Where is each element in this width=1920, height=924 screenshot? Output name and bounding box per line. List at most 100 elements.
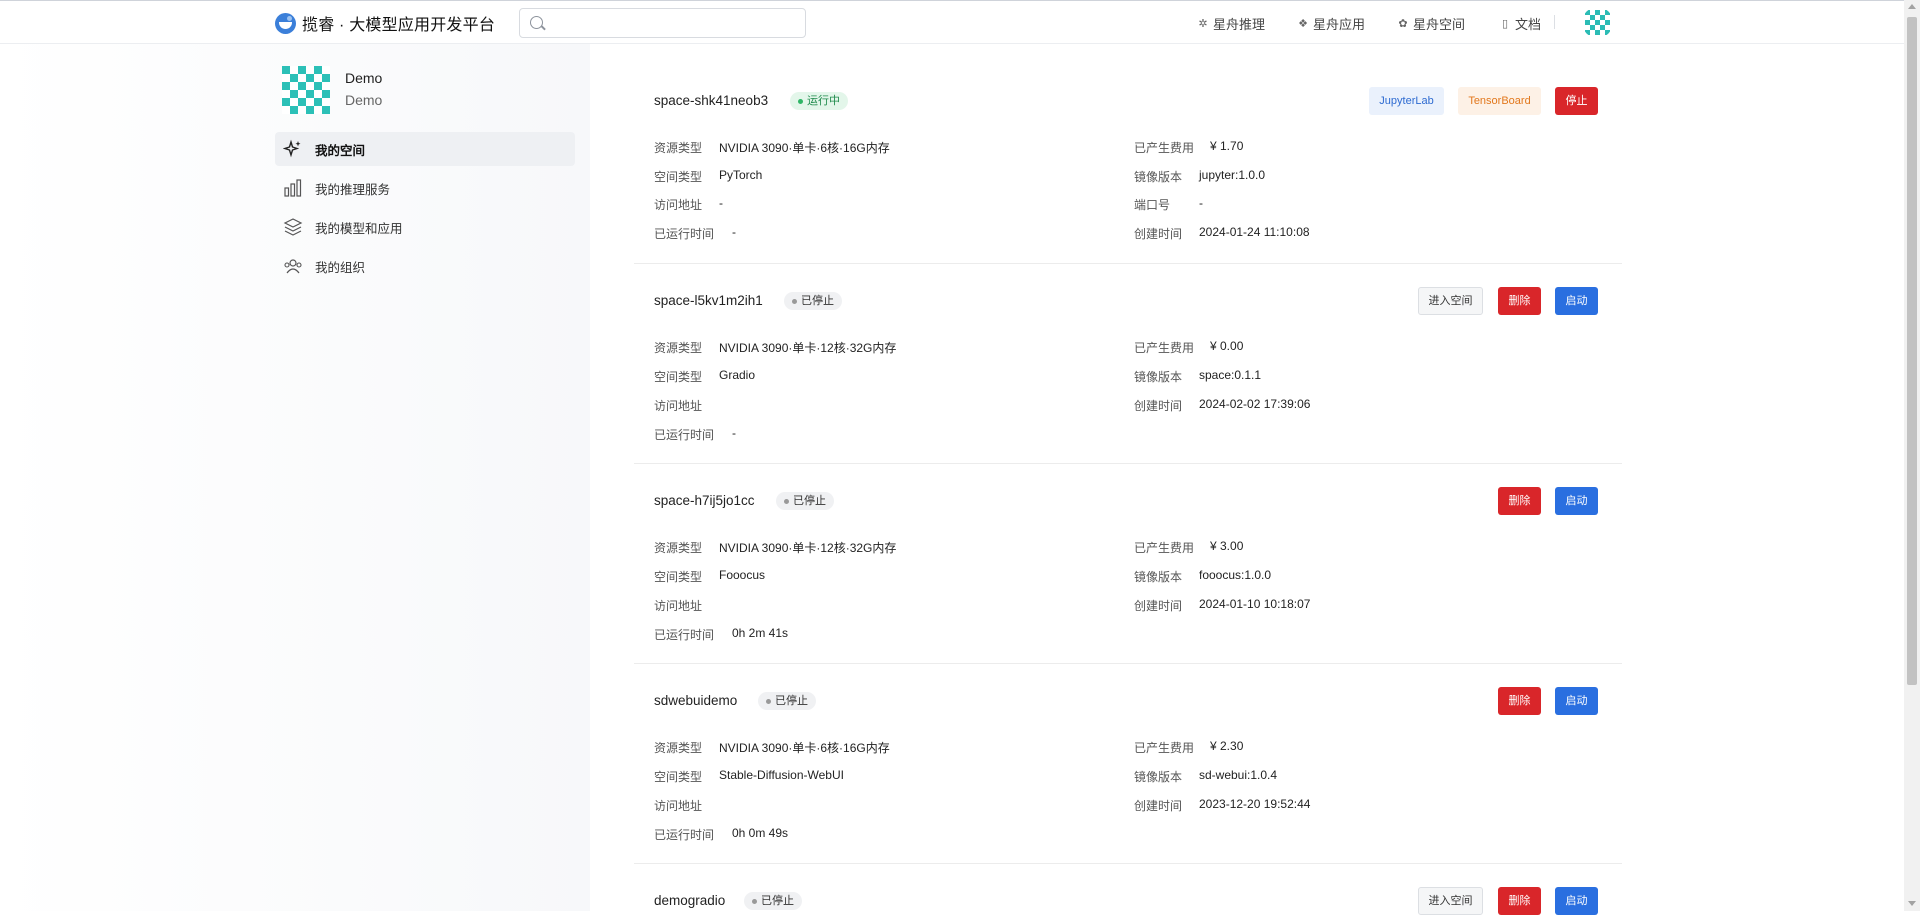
enter-space-button[interactable]: 进入空间 [1418, 287, 1483, 315]
nav-link-spaces[interactable]: ✿ 星舟空间 [1397, 14, 1465, 33]
field-label: 访问地址 [654, 599, 703, 613]
field-space-type: 空间类型 Fooocus [654, 568, 765, 585]
nav-divider [1554, 15, 1555, 29]
start-button[interactable]: 启动 [1555, 287, 1598, 315]
field-label: 访问地址 [654, 399, 703, 413]
tensorboard-button[interactable]: TensorBoard [1458, 87, 1541, 115]
space-card: space-shk41neob3 运行中 JupyterLab TensorBo… [634, 44, 1622, 264]
field-value: ¥ 3.00 [1210, 539, 1244, 553]
field-label: 已运行时间 [654, 428, 715, 442]
space-name[interactable]: sdwebuidemo [654, 693, 737, 708]
delete-button[interactable]: 删除 [1498, 687, 1541, 715]
nav-link-label: 星舟推理 [1213, 17, 1266, 32]
field-cost: 已产生费用 ¥ 2.30 [1134, 739, 1243, 756]
field-label: 创建时间 [1134, 599, 1183, 613]
status-badge: 已停止 [784, 292, 842, 310]
field-run-time: 已运行时间 0h 2m 41s [654, 626, 788, 643]
field-label: 镜像版本 [1134, 170, 1183, 184]
space-name[interactable]: space-l5kv1m2ih1 [654, 293, 763, 308]
field-space-type: 空间类型 Gradio [654, 368, 755, 385]
space-name[interactable]: space-shk41neob3 [654, 93, 768, 108]
field-label: 资源类型 [654, 541, 703, 555]
sidebar-item-label: 我的推理服务 [315, 182, 391, 197]
delete-button[interactable]: 删除 [1498, 487, 1541, 515]
field-created: 创建时间 2023-12-20 19:52:44 [1134, 797, 1310, 814]
field-cost: 已产生费用 ¥ 3.00 [1134, 539, 1243, 556]
start-button[interactable]: 启动 [1555, 487, 1598, 515]
field-value: 2024-01-24 11:10:08 [1199, 225, 1310, 239]
field-label: 资源类型 [654, 141, 703, 155]
field-value: ¥ 1.70 [1210, 139, 1244, 153]
nav-link-docs[interactable]: ▯ 文档 [1499, 14, 1541, 33]
field-cost: 已产生费用 ¥ 1.70 [1134, 139, 1243, 156]
space-name[interactable]: demogradio [654, 893, 725, 908]
field-label: 资源类型 [654, 341, 703, 355]
jupyterlab-button[interactable]: JupyterLab [1369, 87, 1444, 115]
field-value: 0h 0m 49s [732, 826, 789, 840]
field-value: - [732, 426, 736, 440]
field-image-version: 镜像版本 space:0.1.1 [1134, 368, 1261, 385]
start-button[interactable]: 启动 [1555, 687, 1598, 715]
user-avatar[interactable] [1582, 7, 1613, 38]
bar-chart-icon [283, 178, 303, 198]
field-value: ¥ 0.00 [1210, 339, 1244, 353]
field-label: 空间类型 [654, 570, 703, 584]
top-bar: 揽睿 · 大模型应用开发平台 ✲ 星舟推理 ❖ 星舟应用 ✿ 星舟空间 ▯ 文档 [0, 0, 1920, 44]
field-label: 已产生费用 [1134, 741, 1195, 755]
field-label: 已运行时间 [654, 628, 715, 642]
field-access-url: 访问地址 [654, 797, 719, 814]
sidebar-item-label: 我的模型和应用 [315, 221, 403, 236]
search-icon [530, 16, 543, 29]
search-box[interactable] [519, 8, 806, 38]
delete-button[interactable]: 删除 [1498, 287, 1541, 315]
field-image-version: 镜像版本 fooocus:1.0.0 [1134, 568, 1271, 585]
sidebar-item-models[interactable]: 我的模型和应用 [275, 210, 575, 244]
nav-link-label: 文档 [1515, 17, 1542, 32]
sidebar-item-label: 我的空间 [315, 143, 366, 158]
field-label: 空间类型 [654, 170, 703, 184]
doc-icon: ▯ [1501, 17, 1509, 30]
space-name[interactable]: space-h7ij5jo1cc [654, 493, 755, 508]
field-value: sd-webui:1.0.4 [1199, 768, 1278, 782]
field-label: 镜像版本 [1134, 770, 1183, 784]
field-value: 2024-01-10 10:18:07 [1199, 597, 1311, 611]
field-label: 空间类型 [654, 770, 703, 784]
field-created: 创建时间 2024-02-02 17:39:06 [1134, 397, 1310, 414]
stop-button[interactable]: 停止 [1555, 87, 1598, 115]
nav-link-apps[interactable]: ❖ 星舟应用 [1297, 14, 1365, 33]
sidebar-item-organization[interactable]: 我的组织 [275, 249, 575, 283]
sidebar-item-label: 我的组织 [315, 260, 366, 275]
field-value: - [732, 225, 736, 239]
status-badge: 运行中 [790, 92, 848, 110]
field-label: 已产生费用 [1134, 341, 1195, 355]
field-value: fooocus:1.0.0 [1199, 568, 1272, 582]
field-value: ¥ 2.30 [1210, 739, 1244, 753]
nav-link-label: 星舟空间 [1413, 17, 1466, 32]
search-input[interactable] [550, 13, 794, 35]
users-icon [283, 256, 303, 276]
field-value: space:0.1.1 [1199, 368, 1262, 382]
field-label: 访问地址 [654, 799, 703, 813]
field-created: 创建时间 2024-01-24 11:10:08 [1134, 225, 1310, 242]
field-access-url: 访问地址 [654, 397, 719, 414]
sidebar-item-my-spaces[interactable]: 我的空间 [275, 132, 575, 166]
sparkles-icon [282, 139, 303, 159]
field-created: 创建时间 2024-01-10 10:18:07 [1134, 597, 1310, 614]
field-resource-type: 资源类型 NVIDIA 3090·单卡·6核·16G内存 [654, 739, 890, 756]
sidebar-item-inference[interactable]: 我的推理服务 [275, 171, 575, 205]
scroll-up-arrow-icon[interactable] [1908, 4, 1916, 9]
brand-logo[interactable]: 揽睿 · 大模型应用开发平台 [275, 11, 495, 35]
field-port: 端口号 - [1134, 196, 1203, 213]
scrollbar-thumb[interactable] [1907, 17, 1917, 685]
field-value: NVIDIA 3090·单卡·12核·32G内存 [719, 341, 897, 355]
nav-link-inference[interactable]: ✲ 星舟推理 [1197, 14, 1265, 33]
scroll-down-arrow-icon[interactable] [1908, 901, 1916, 906]
field-label: 创建时间 [1134, 799, 1183, 813]
status-badge: 已停止 [776, 492, 834, 510]
field-label: 已运行时间 [654, 227, 715, 241]
field-label: 空间类型 [654, 370, 703, 384]
profile-subtitle: Demo [345, 92, 383, 108]
sidebar-menu: 我的空间 我的推理服务 我的模型和应用 我的组织 [275, 132, 575, 288]
brand-name: 揽睿 · 大模型应用开发平台 [302, 17, 496, 34]
spaces-icon: ✿ [1398, 17, 1408, 30]
